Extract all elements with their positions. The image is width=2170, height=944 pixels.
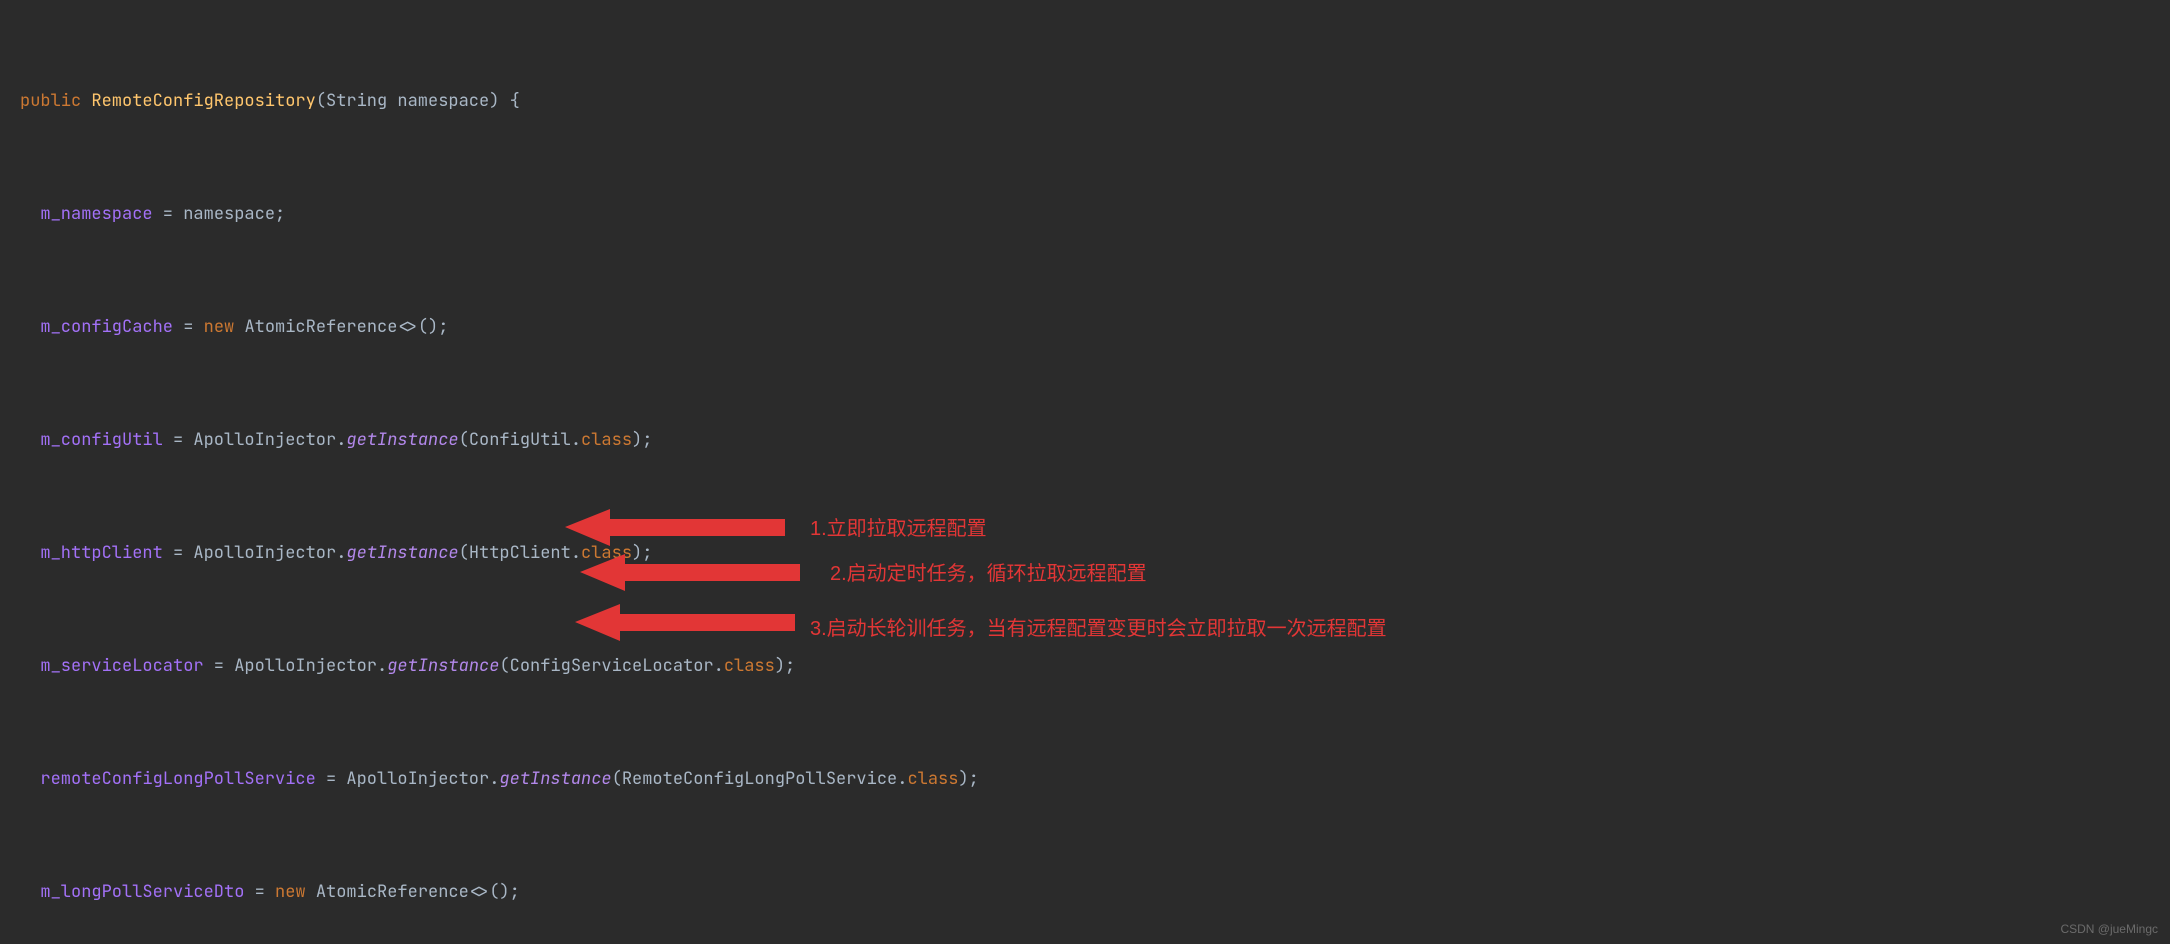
keyword-new: new bbox=[275, 880, 306, 905]
watermark-label: CSDN @jueMingc bbox=[2060, 921, 2158, 938]
method-call: getInstance bbox=[499, 767, 611, 792]
method-call: getInstance bbox=[346, 541, 458, 566]
field: m_configUtil bbox=[40, 428, 162, 453]
code-line: m_configCache = new AtomicReference<>(); bbox=[20, 308, 2170, 347]
method-call: getInstance bbox=[387, 654, 499, 679]
code-line: m_configUtil = ApolloInjector.getInstanc… bbox=[20, 421, 2170, 460]
field: m_longPollServiceDto bbox=[40, 880, 244, 905]
keyword-class: class bbox=[724, 654, 775, 679]
code-line: m_namespace = namespace; bbox=[20, 195, 2170, 234]
code-line: public RemoteConfigRepository(String nam… bbox=[20, 82, 2170, 121]
field: m_configCache bbox=[40, 315, 173, 340]
keyword-public: public bbox=[20, 89, 81, 114]
field: m_namespace bbox=[40, 202, 152, 227]
field: m_httpClient bbox=[40, 541, 162, 566]
code-line: m_serviceLocator = ApolloInjector.getIns… bbox=[20, 647, 2170, 686]
method-call: getInstance bbox=[346, 428, 458, 453]
code-editor: public RemoteConfigRepository(String nam… bbox=[0, 0, 2170, 944]
keyword-class: class bbox=[581, 428, 632, 453]
constructor-name: RemoteConfigRepository bbox=[91, 89, 315, 114]
field: remoteConfigLongPollService bbox=[40, 767, 315, 792]
code-line: m_httpClient = ApolloInjector.getInstanc… bbox=[20, 534, 2170, 573]
code-line: m_longPollServiceDto = new AtomicReferen… bbox=[20, 872, 2170, 911]
code-line: remoteConfigLongPollService = ApolloInje… bbox=[20, 759, 2170, 798]
keyword-new: new bbox=[204, 315, 235, 340]
params: (String namespace) { bbox=[316, 89, 520, 114]
field: m_serviceLocator bbox=[40, 654, 203, 679]
rhs: AtomicReference<>(); bbox=[244, 315, 448, 340]
rhs: namespace; bbox=[183, 202, 285, 227]
keyword-class: class bbox=[581, 541, 632, 566]
keyword-class: class bbox=[907, 767, 958, 792]
